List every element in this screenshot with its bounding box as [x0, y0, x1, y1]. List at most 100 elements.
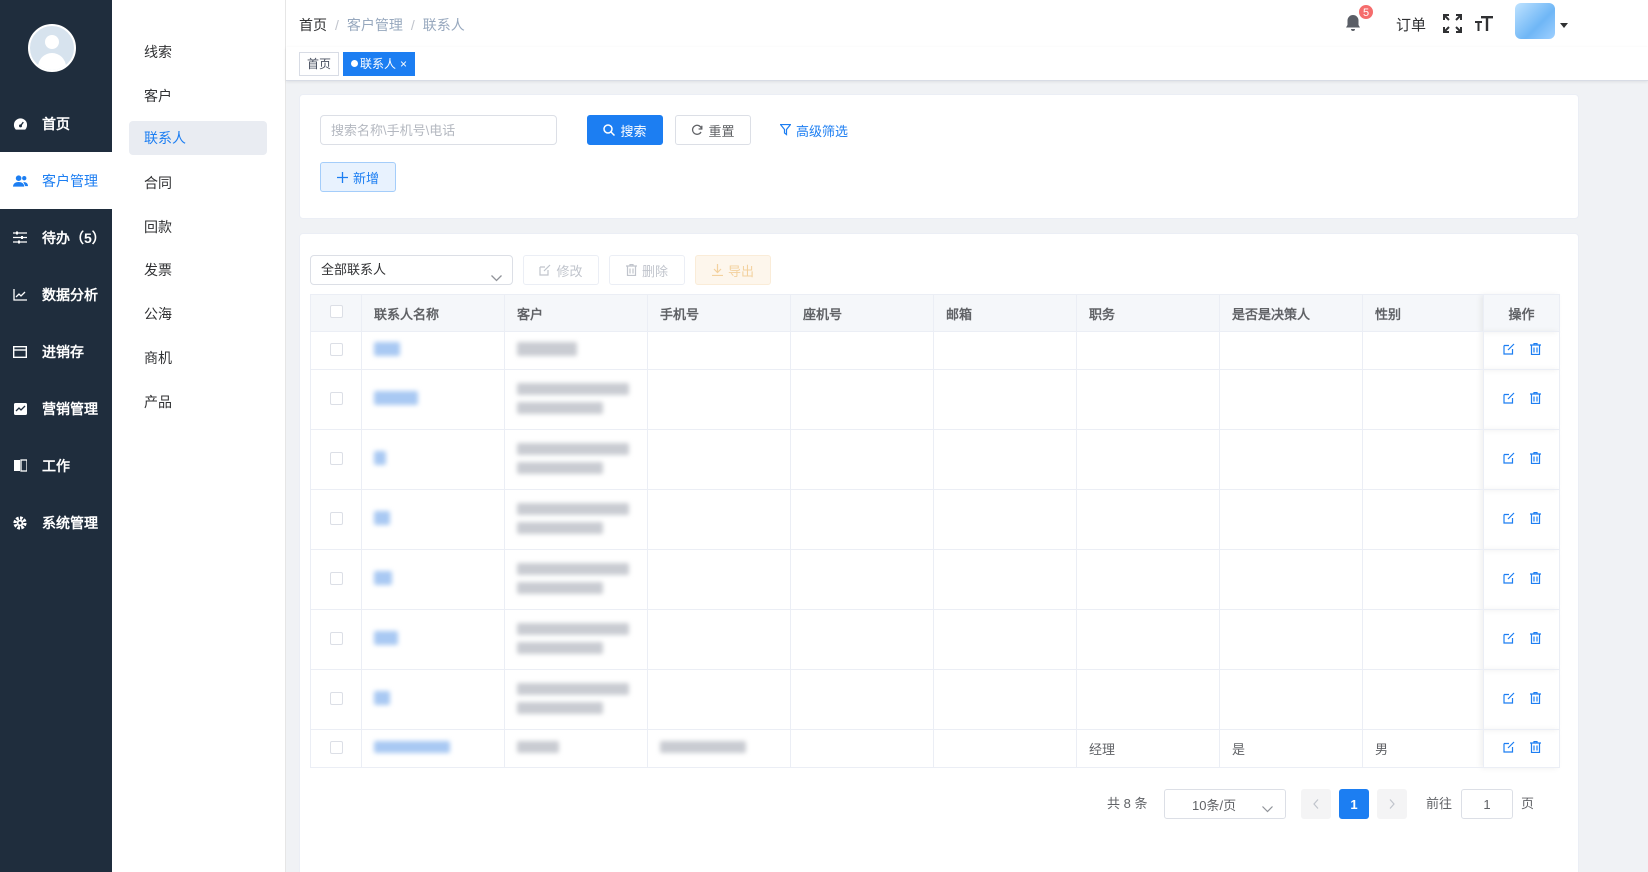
contact-name-cell[interactable]	[361, 331, 505, 370]
gender-cell	[1362, 369, 1484, 430]
caret-down-icon[interactable]	[1560, 16, 1568, 32]
customer-cell[interactable]	[504, 331, 648, 370]
contact-name-cell[interactable]	[361, 549, 505, 610]
contact-filter-select[interactable]: 全部联系人	[310, 255, 513, 285]
tag-home[interactable]: 首页	[299, 52, 340, 76]
row-checkbox[interactable]	[329, 691, 343, 705]
nav-system-management[interactable]: 系统管理	[0, 494, 112, 551]
row-delete-icon[interactable]	[1529, 631, 1541, 647]
submenu-item-public-pool[interactable]: 公海	[129, 297, 267, 331]
nav-home[interactable]: 首页	[0, 95, 112, 152]
search-icon	[603, 124, 616, 136]
position-cell	[1076, 369, 1220, 430]
tag-contacts[interactable]: 联系人 ×	[343, 52, 416, 76]
gender-cell	[1362, 669, 1484, 730]
row-edit-icon[interactable]	[1502, 632, 1515, 647]
actions-cell	[1483, 489, 1560, 550]
customer-cell[interactable]	[504, 489, 648, 550]
mobile-cell	[647, 549, 791, 610]
close-icon[interactable]: ×	[400, 57, 407, 71]
search-button[interactable]: 搜索	[587, 115, 663, 145]
customer-cell[interactable]	[504, 609, 648, 670]
submenu-item-leads[interactable]: 线索	[129, 35, 267, 69]
position-cell	[1076, 609, 1220, 670]
row-delete-icon[interactable]	[1529, 342, 1541, 358]
row-delete-icon[interactable]	[1529, 691, 1541, 707]
prev-page-button[interactable]	[1301, 789, 1331, 819]
row-delete-icon[interactable]	[1529, 511, 1541, 527]
nav-marketing[interactable]: 营销管理	[0, 380, 112, 437]
page-size-select[interactable]: 10条/页	[1164, 789, 1286, 819]
email-cell	[933, 489, 1077, 550]
nav-inventory[interactable]: 进销存	[0, 323, 112, 380]
row-checkbox[interactable]	[329, 511, 343, 525]
row-checkbox[interactable]	[329, 740, 343, 754]
row-delete-icon[interactable]	[1529, 740, 1541, 756]
nav-data-analysis[interactable]: 数据分析	[0, 266, 112, 323]
fullscreen-icon[interactable]	[1443, 14, 1462, 36]
col-gender: 性别	[1362, 294, 1484, 332]
breadcrumb-home[interactable]: 首页	[299, 17, 327, 33]
next-page-button[interactable]	[1377, 789, 1407, 819]
row-edit-icon[interactable]	[1502, 741, 1515, 756]
row-delete-icon[interactable]	[1529, 571, 1541, 587]
row-edit-icon[interactable]	[1502, 392, 1515, 407]
user-avatar[interactable]	[28, 24, 76, 72]
breadcrumb-customer-management[interactable]: 客户管理	[347, 17, 403, 33]
row-edit-icon[interactable]	[1502, 512, 1515, 527]
dashboard-icon	[12, 116, 28, 132]
row-checkbox[interactable]	[329, 342, 343, 356]
export-button[interactable]: 导出	[695, 255, 771, 285]
reset-button[interactable]: 重置	[675, 115, 751, 145]
customer-cell[interactable]	[504, 429, 648, 490]
contact-name-cell[interactable]	[361, 429, 505, 490]
contact-name-cell[interactable]	[361, 489, 505, 550]
table-row	[310, 549, 1560, 610]
row-delete-icon[interactable]	[1529, 451, 1541, 467]
row-checkbox[interactable]	[329, 391, 343, 405]
row-checkbox[interactable]	[329, 571, 343, 585]
contact-name-cell[interactable]	[361, 369, 505, 430]
customer-cell[interactable]	[504, 729, 648, 768]
row-edit-icon[interactable]	[1502, 692, 1515, 707]
contact-name-cell[interactable]	[361, 609, 505, 670]
page-1-button[interactable]: 1	[1339, 789, 1369, 819]
select-all-checkbox[interactable]	[329, 305, 343, 318]
customer-cell[interactable]	[504, 669, 648, 730]
row-delete-icon[interactable]	[1529, 391, 1541, 407]
submenu-item-contacts[interactable]: 联系人	[129, 121, 267, 155]
nav-work[interactable]: 工作	[0, 437, 112, 494]
row-edit-icon[interactable]	[1502, 452, 1515, 467]
goto-page-input[interactable]: 1	[1461, 789, 1513, 819]
edit-button[interactable]: 修改	[523, 255, 599, 285]
nav-todo[interactable]: 待办（5）	[0, 209, 112, 266]
row-checkbox[interactable]	[329, 451, 343, 465]
order-link[interactable]: 订单	[1396, 14, 1426, 35]
submenu-item-products[interactable]: 产品	[129, 385, 267, 419]
main-sidebar: 首页 客户管理 待办（5） 数据分析 进销存 营销管理 工作 系统管理	[0, 0, 112, 872]
submenu-item-invoices[interactable]: 发票	[129, 253, 267, 287]
customer-cell[interactable]	[504, 369, 648, 430]
submenu-item-contracts[interactable]: 合同	[129, 166, 267, 200]
nav-customer-management[interactable]: 客户管理	[0, 152, 112, 209]
search-input[interactable]	[320, 115, 557, 145]
add-button[interactable]: 新增	[320, 162, 396, 192]
delete-button[interactable]: 删除	[609, 255, 685, 285]
submenu-item-customers[interactable]: 客户	[129, 79, 267, 113]
row-edit-icon[interactable]	[1502, 572, 1515, 587]
row-edit-icon[interactable]	[1502, 343, 1515, 358]
header-user-avatar[interactable]	[1515, 3, 1555, 39]
submenu-item-payments[interactable]: 回款	[129, 210, 267, 244]
submenu-item-opportunities[interactable]: 商机	[129, 341, 267, 375]
refresh-icon	[691, 124, 703, 136]
position-cell	[1076, 549, 1220, 610]
line-chart-icon	[12, 287, 28, 303]
customer-cell[interactable]	[504, 549, 648, 610]
select-all-cell	[310, 294, 362, 332]
contact-name-cell[interactable]	[361, 729, 505, 768]
search-panel: 搜索 重置 高级筛选 新增	[299, 94, 1579, 219]
font-size-icon[interactable]	[1474, 13, 1494, 36]
contact-name-cell[interactable]	[361, 669, 505, 730]
advanced-filter-button[interactable]: 高级筛选	[776, 115, 852, 145]
row-checkbox[interactable]	[329, 631, 343, 645]
